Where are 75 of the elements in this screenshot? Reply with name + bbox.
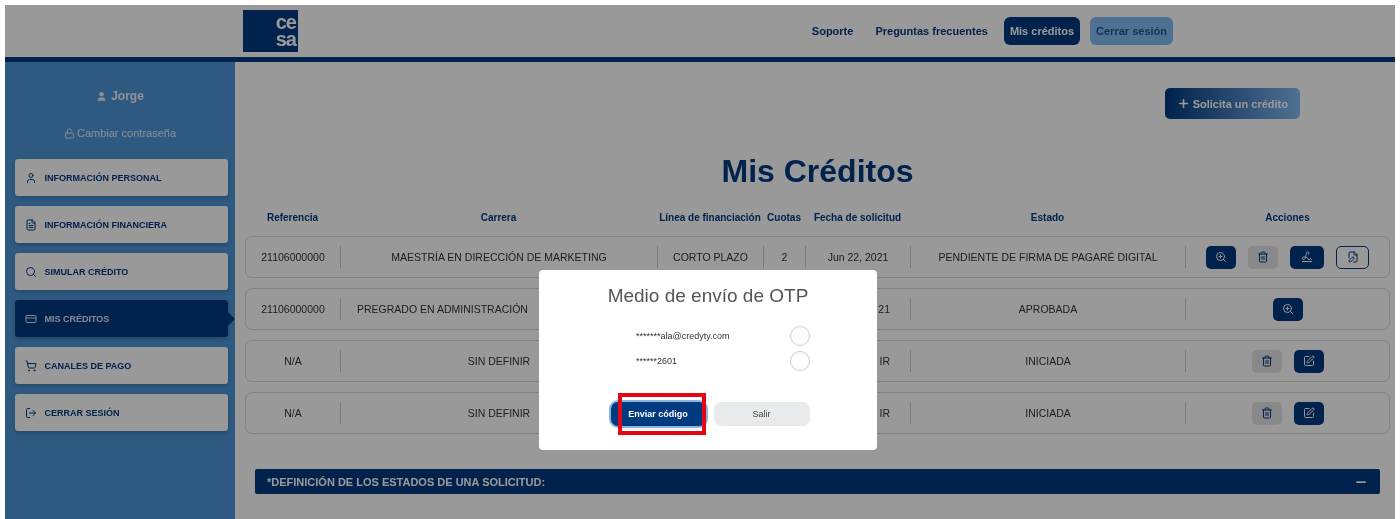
states-panel-header[interactable]: *DEFINICIÓN DE LOS ESTADOS DE UNA SOLICITUD: [255, 469, 1380, 494]
delete-button[interactable] [1251, 401, 1282, 425]
edit-button[interactable] [1293, 349, 1324, 373]
search-icon [24, 265, 37, 278]
page-title: Mis Créditos [720, 153, 915, 190]
user-name: Jorge [96, 89, 144, 103]
document-icon [24, 218, 37, 231]
column-header: Acciones [1264, 212, 1311, 223]
view-button[interactable] [1272, 297, 1303, 321]
document-button[interactable] [1336, 245, 1369, 269]
table-cell: 2 [781, 251, 788, 263]
column-header: Referencia [265, 212, 320, 223]
table-cell: Jun 22, 2021 [827, 251, 889, 263]
nav-link[interactable]: Preguntas frecuentes [869, 18, 994, 44]
trash-icon [1260, 407, 1273, 419]
pointer-arrow [227, 312, 235, 326]
nav-link[interactable]: Soporte [805, 18, 860, 44]
sidebar-item[interactable]: INFORMACIÓN PERSONAL [14, 159, 228, 196]
radio-button[interactable] [790, 326, 810, 346]
cart-icon [24, 359, 37, 372]
sign-button[interactable] [1290, 245, 1324, 269]
person-icon [96, 90, 108, 102]
plus-icon [1176, 97, 1190, 110]
zoom-in-icon [1215, 251, 1227, 263]
edit-button[interactable] [1293, 401, 1324, 425]
view-button[interactable] [1206, 245, 1236, 269]
table-cell: SIN DEFINIR [467, 407, 531, 419]
sidebar-item[interactable]: CANALES DE PAGO [14, 347, 228, 384]
logo: ce sa [243, 10, 298, 52]
table-cell: N/A [284, 407, 302, 419]
zoom-in-icon [1281, 303, 1294, 315]
edit-icon [1302, 355, 1315, 367]
table-cell: CORTO PLAZO [673, 251, 748, 263]
edit-icon [1302, 407, 1315, 419]
table-cell: SIN DEFINIR [467, 355, 531, 367]
table-cell: MAESTRÍA EN DIRECCIÓN DE MARKETING [391, 251, 607, 263]
trash-icon [1257, 251, 1269, 263]
new-credit-button[interactable]: Solicita un crédito [1164, 88, 1300, 119]
logout-icon [24, 406, 37, 419]
send-code-button[interactable]: Enviar código [610, 402, 706, 426]
option-label: *******ala@credyty.com [636, 331, 730, 341]
table-cell: IR [879, 407, 890, 419]
column-header: Cuotas [766, 212, 802, 223]
table-cell: PREGRADO EN ADMINISTRACIÓN [357, 303, 528, 315]
column-header: Fecha de solicitud [812, 212, 903, 223]
card-icon [24, 312, 37, 325]
exit-button[interactable]: Salir [713, 402, 810, 426]
radio-button[interactable] [790, 351, 810, 371]
nav-link[interactable]: Mis créditos [1003, 17, 1081, 45]
table-cell: 21106000000 [261, 303, 325, 315]
delete-button[interactable] [1251, 349, 1282, 373]
delete-button[interactable] [1248, 245, 1278, 269]
table-cell: N/A [284, 355, 302, 367]
column-header: Carrera [479, 212, 518, 223]
dialog-title: Medio de envío de OTP [607, 285, 809, 307]
panel-title: *DEFINICIÓN DE LOS ESTADOS DE UNA SOLICITUD: [267, 475, 546, 488]
table-cell: IR [879, 355, 890, 367]
unlock-icon [63, 127, 75, 139]
column-header: Estado [1029, 212, 1066, 223]
sidebar-item[interactable]: SIMULAR CRÉDITO [14, 253, 228, 290]
document-pen-icon [1346, 251, 1359, 263]
table-cell: PENDIENTE DE FIRMA DE PAGARÉ DIGITAL [938, 251, 1158, 263]
table-cell: INICIADA [1025, 407, 1071, 419]
table-cell: APROBADA [1018, 303, 1078, 315]
person-icon [24, 171, 37, 184]
table-cell: 21106000000 [261, 251, 325, 263]
column-header: Línea de financiación [658, 212, 762, 223]
sidebar-item[interactable]: MIS CRÉDITOS [14, 300, 228, 337]
signature-icon [1301, 251, 1313, 263]
table-cell: 21 [878, 303, 890, 315]
table-cell: INICIADA [1025, 355, 1071, 367]
sidebar-item[interactable]: INFORMACIÓN FINANCIERA [14, 206, 228, 243]
sidebar-item[interactable]: CERRAR SESIÓN [14, 394, 228, 431]
option-label: ******2601 [636, 356, 678, 366]
trash-icon [1260, 355, 1273, 367]
